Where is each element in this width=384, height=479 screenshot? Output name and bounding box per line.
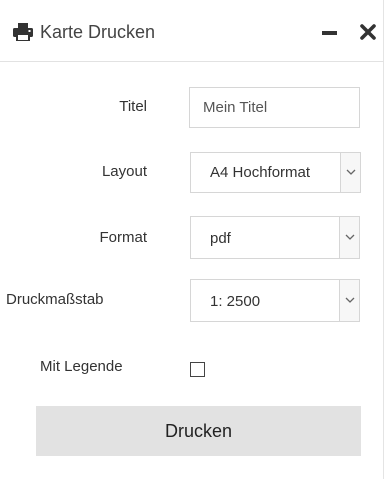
layout-select-value: A4 Hochformat <box>210 164 311 181</box>
scale-select[interactable]: 1: 2500 <box>190 279 360 322</box>
title-input[interactable] <box>189 87 360 128</box>
panel-title: Karte Drucken <box>40 22 156 42</box>
print-map-panel: Karte Drucken Titel Layout A4 Hochformat… <box>0 0 384 479</box>
print-button[interactable]: Drucken <box>36 406 361 456</box>
chevron-down-icon <box>346 169 356 175</box>
scale-select-arrow[interactable] <box>339 280 359 321</box>
legend-label: Mit Legende <box>40 358 123 375</box>
format-select-arrow[interactable] <box>339 217 359 258</box>
format-label: Format <box>99 229 147 246</box>
chevron-down-icon <box>345 234 355 240</box>
chevron-down-icon <box>345 297 355 303</box>
layout-label: Layout <box>101 163 147 180</box>
title-label: Titel <box>119 98 147 115</box>
format-select[interactable]: pdf <box>190 216 360 259</box>
scale-label: Druckmaßstab <box>6 291 104 308</box>
legend-checkbox[interactable] <box>190 362 205 377</box>
panel-header: Karte Drucken <box>0 0 384 62</box>
minimize-icon[interactable] <box>322 31 337 35</box>
layout-select-arrow[interactable] <box>340 153 360 192</box>
scale-select-value: 1: 2500 <box>210 293 261 310</box>
format-select-value: pdf <box>210 230 231 247</box>
printer-icon <box>13 23 33 41</box>
layout-select[interactable]: A4 Hochformat <box>190 152 361 193</box>
close-icon[interactable] <box>360 24 376 40</box>
